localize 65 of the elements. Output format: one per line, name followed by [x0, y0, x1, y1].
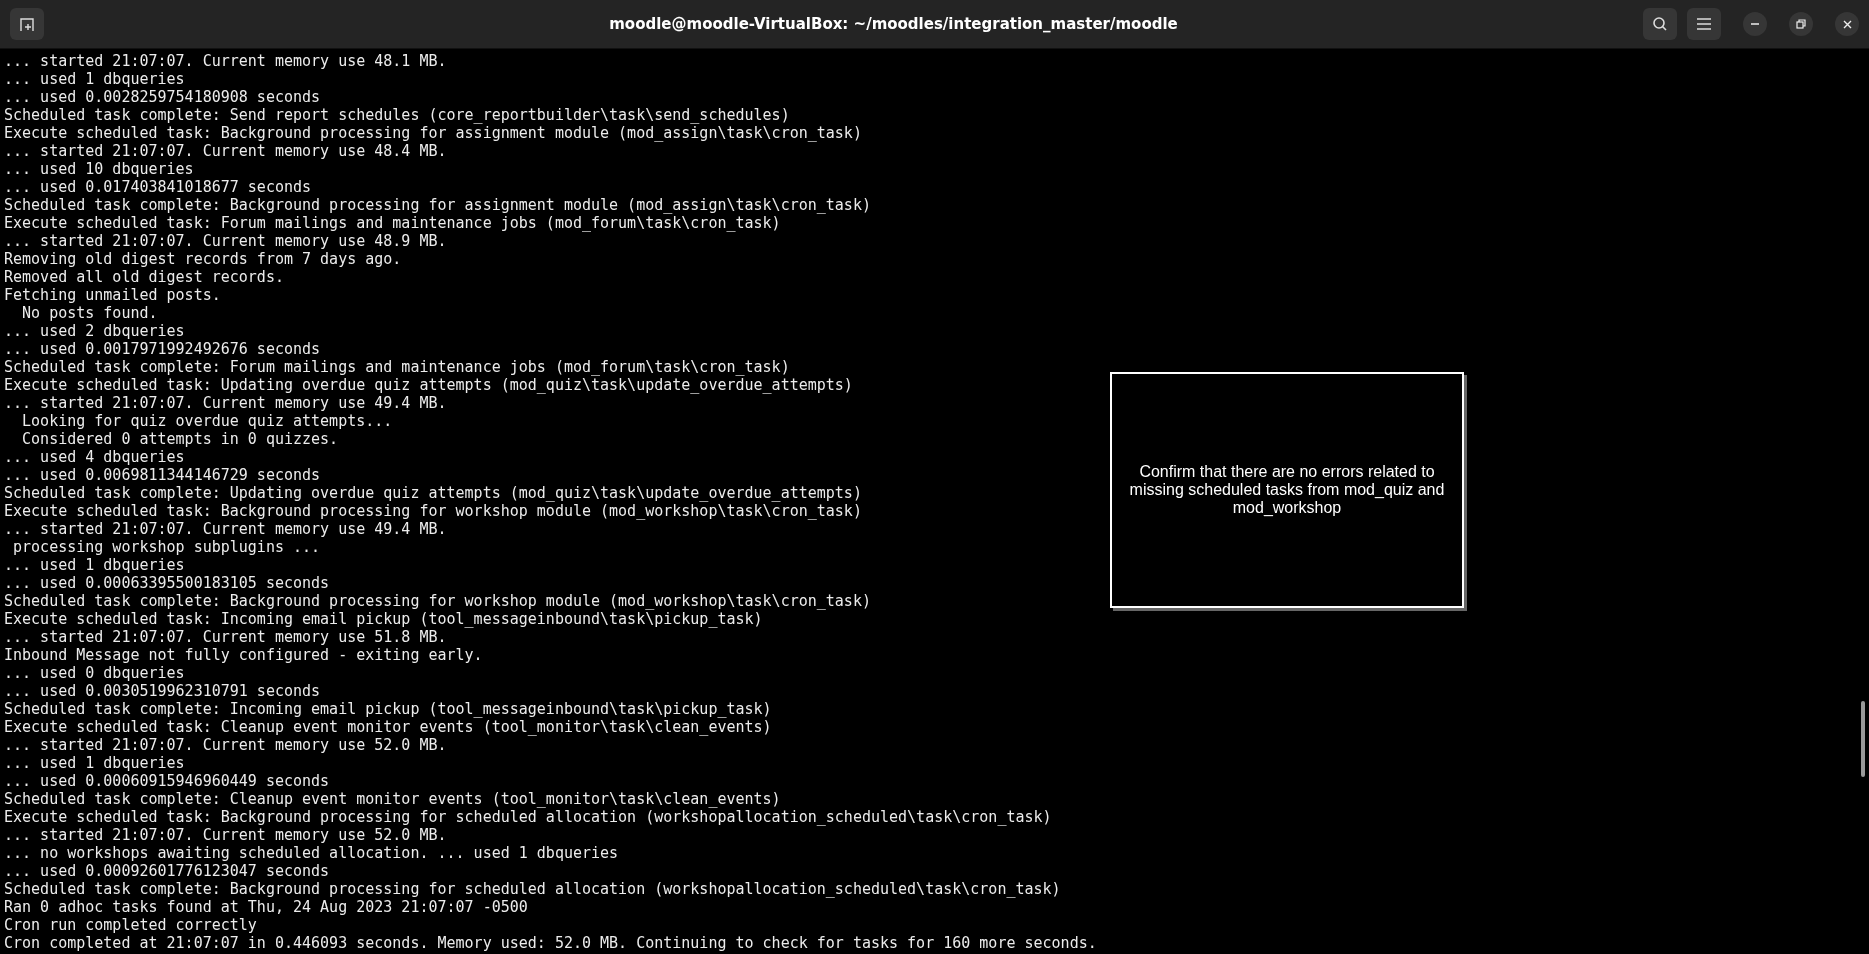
terminal-line: Execute scheduled task: Background processing for assignment module (mod_assign\task\cron_task) — [4, 124, 862, 142]
terminal-line: Execute scheduled task: Forum mailings and maintenance jobs (mod_forum\task\cron_task) — [4, 214, 781, 232]
terminal-line: ... started 21:07:07. Current memory use 52.0 MB. — [4, 826, 447, 844]
terminal-line: ... used 0.0017971992492676 seconds — [4, 340, 321, 358]
new-tab-button[interactable] — [10, 8, 44, 40]
terminal-line: ... used 0.00060915946960449 seconds — [4, 772, 330, 790]
menu-icon — [1697, 18, 1711, 30]
terminal-line: ... used 0.0069811344146729 seconds — [4, 466, 321, 484]
terminal-line: Removed all old digest records. — [4, 268, 284, 286]
terminal-line: ... used 4 dbqueries — [4, 448, 185, 466]
terminal-line: ... started 21:07:07. Current memory use 51.8 MB. — [4, 628, 447, 646]
terminal-line: ... used 0 dbqueries — [4, 664, 185, 682]
terminal-line: ... started 21:07:07. Current memory use 49.4 MB. — [4, 520, 447, 538]
terminal-line: ... used 0.0028259754180908 seconds — [4, 88, 321, 106]
terminal-line: ... started 21:07:07. Current memory use 52.0 MB. — [4, 736, 447, 754]
maximize-icon — [1796, 19, 1806, 29]
terminal-line: Scheduled task complete: Forum mailings and maintenance jobs (mod_forum\task\cron_task) — [4, 358, 790, 376]
terminal-line: processing workshop subplugins ... — [12, 538, 321, 556]
terminal-line: ... used 0.0030519962310791 seconds — [4, 682, 321, 700]
terminal-line: ... started 21:07:07. Current memory use 48.9 MB. — [4, 232, 447, 250]
terminal-line: Execute scheduled task: Background processing for scheduled allocation (workshopallocation_scheduled\task\cron_task) — [4, 808, 1052, 826]
terminal-line: Execute scheduled task: Updating overdue quiz attempts (mod_quiz\task\update_overdue_attempts) — [4, 376, 853, 394]
terminal-line: Removing old digest records from 7 days ago. — [4, 250, 402, 268]
terminal-line: Looking for quiz overdue quiz attempts... — [21, 412, 393, 430]
terminal-line: ... used 0.00092601776123047 seconds — [4, 862, 330, 880]
terminal-line: Scheduled task complete: Incoming email pickup (tool_messageinbound\task\pickup_task) — [4, 700, 772, 718]
terminal-line: Scheduled task complete: Send report schedules (core_reportbuilder\task\send_schedules) — [4, 106, 790, 124]
terminal-line: Scheduled task complete: Cleanup event monitor events (tool_monitor\task\clean_events) — [4, 790, 781, 808]
terminal-line: ... used 10 dbqueries — [4, 160, 194, 178]
maximize-button[interactable] — [1789, 12, 1813, 36]
terminal-line: ... used 1 dbqueries — [4, 754, 185, 772]
terminal-line: ... used 1 dbqueries — [4, 556, 185, 574]
terminal-line: No posts found. — [21, 304, 158, 322]
search-button[interactable] — [1643, 8, 1677, 40]
terminal-line: Scheduled task complete: Background processing for workshop module (mod_workshop\task\cron_task) — [4, 592, 871, 610]
terminal-line: Cron run completed correctly — [4, 916, 257, 934]
terminal-line: Scheduled task complete: Updating overdue quiz attempts (mod_quiz\task\update_overdue_attempts) — [4, 484, 862, 502]
terminal-line: Scheduled task complete: Background processing for scheduled allocation (workshopallocation_scheduled\task\cron_task) — [4, 880, 1061, 898]
terminal-line: ... used 0.017403841018677 seconds — [4, 178, 312, 196]
menu-button[interactable] — [1687, 8, 1721, 40]
search-icon — [1652, 16, 1668, 32]
terminal-line: ... started 21:07:07. Current memory use 49.4 MB. — [4, 394, 447, 412]
terminal-line: ... started 21:07:07. Current memory use 48.1 MB. — [4, 52, 447, 70]
terminal-line: ... started 21:07:07. Current memory use 48.4 MB. — [4, 142, 447, 160]
scrollbar-thumb[interactable] — [1861, 701, 1865, 777]
terminal-line: Scheduled task complete: Background processing for assignment module (mod_assign\task\cron_task) — [4, 196, 871, 214]
window-title: moodle@moodle-VirtualBox: ~/moodles/integration_master/moodle — [608, 15, 1179, 33]
terminal-line: ... used 2 dbqueries — [4, 322, 185, 340]
minimize-button[interactable] — [1743, 12, 1767, 36]
terminal-line: Inbound Message not fully configured - exiting early. — [4, 646, 483, 664]
terminal-line: Ran 0 adhoc tasks found at Thu, 24 Aug 2023 21:07:07 -0500 — [4, 898, 528, 916]
terminal-line: ... used 1 dbqueries — [4, 70, 185, 88]
new-tab-icon — [19, 16, 35, 32]
terminal-line: Considered 0 attempts in 0 quizzes. — [21, 430, 339, 448]
terminal-line: Execute scheduled task: Cleanup event monitor events (tool_monitor\task\clean_events) — [4, 718, 772, 736]
close-button[interactable] — [1835, 12, 1859, 36]
close-icon — [1842, 19, 1852, 29]
terminal-line: Cron completed at 21:07:07 in 0.446093 seconds. Memory used: 52.0 MB. Continuing to check for tasks for 160 more seconds. — [4, 934, 1097, 952]
minimize-icon — [1751, 23, 1759, 25]
terminal-line: Execute scheduled task: Background processing for workshop module (mod_workshop\task\cron_task) — [4, 502, 862, 520]
annotation-text: Confirm that there are no errors related to missing scheduled tasks from mod_quiz and mod_workshop — [1128, 463, 1446, 517]
terminal-line: Fetching unmailed posts. — [4, 286, 221, 304]
terminal-line: Execute scheduled task: Incoming email pickup (tool_messageinbound\task\pickup_task) — [4, 610, 763, 628]
terminal-line: ... no workshops awaiting scheduled allocation. ... used 1 dbqueries — [4, 844, 619, 862]
terminal-line: ... used 0.00063395500183105 seconds — [4, 574, 330, 592]
